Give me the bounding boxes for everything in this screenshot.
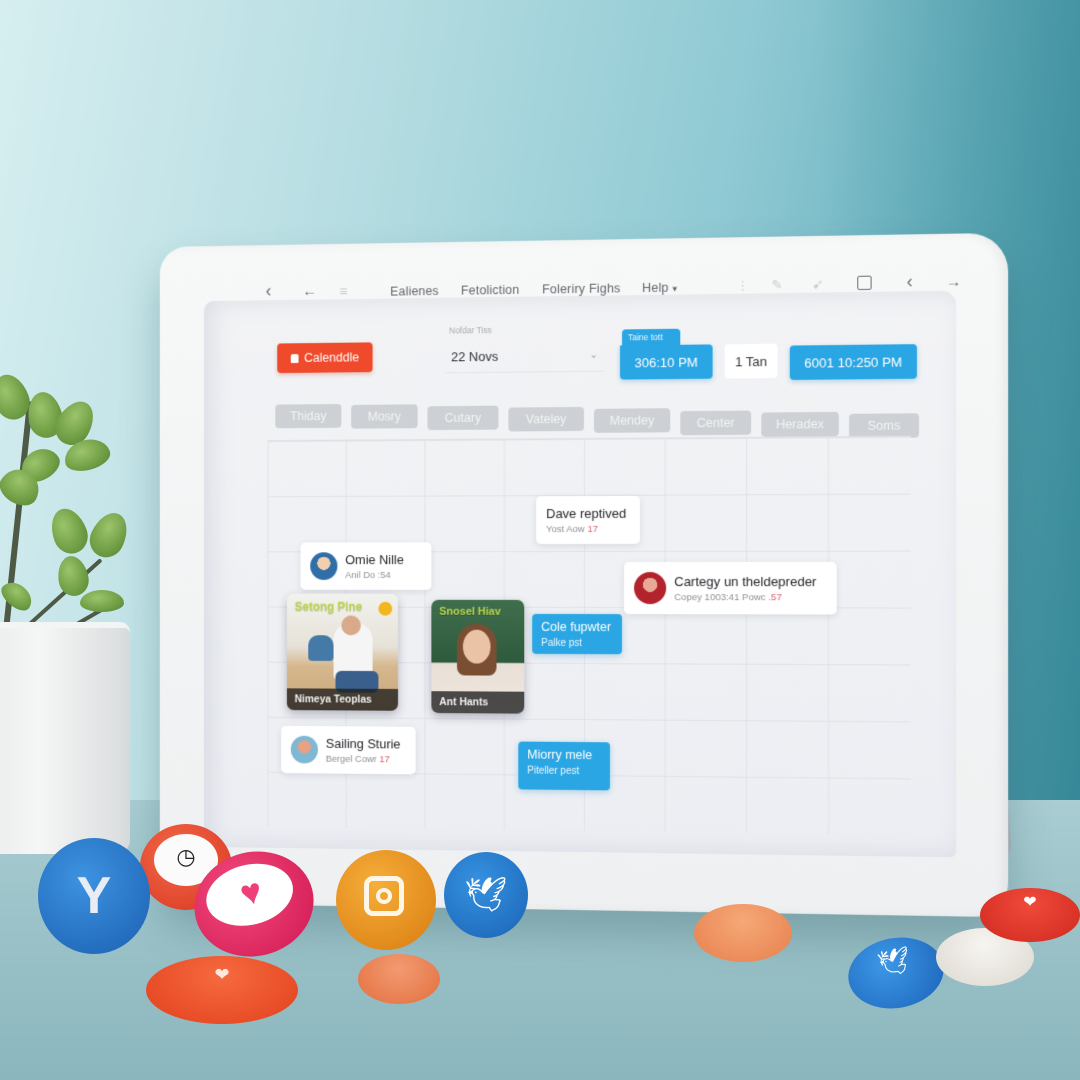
heart-icon: ❤	[980, 888, 1080, 942]
event-subtitle: Palke pst	[541, 637, 583, 650]
menu-item-foleriry-fighs[interactable]: Foleriry Fighs	[542, 281, 620, 296]
event-card-miorry[interactable]: Miorry mele Piteller pest	[518, 741, 610, 791]
duration-field[interactable]: 1 Tan	[724, 343, 778, 379]
yelp-like-icon: Y	[38, 838, 150, 954]
event-subtitle: Yost Aow 17	[546, 523, 598, 535]
event-photo-title: Setong Pine	[294, 599, 363, 614]
date-select[interactable]: 22 Novs ⌄	[445, 339, 604, 374]
avatar	[290, 735, 318, 764]
chevron-down-icon: ⌄	[589, 349, 598, 361]
event-card-cole[interactable]: Cole fupwter Palke pst	[532, 613, 622, 655]
event-card-omie[interactable]: Omie Nille Anil Do :54	[300, 542, 432, 590]
event-photo-card-setong[interactable]: Setong Pine Nimeya Teoplas	[286, 593, 399, 711]
end-time-field[interactable]: 6001 10:250 PM	[789, 344, 917, 380]
app-screen: Calenddle Nofdar Tiss 22 Novs ⌄ Taine to…	[203, 290, 957, 858]
token-flat	[694, 904, 792, 962]
event-card-sailing[interactable]: Sailing Sturie Bergel Cowr 17	[281, 725, 416, 775]
event-title: Omie Nille	[345, 551, 404, 567]
day-chip[interactable]: Center	[680, 410, 752, 436]
help-label: Help	[642, 280, 669, 296]
day-chip[interactable]: Mendey	[593, 408, 671, 433]
event-photo-title: Snosel Hiav	[439, 605, 501, 618]
menu-item-fetoliction[interactable]: Fetoliction	[461, 283, 520, 298]
arrow-right-icon[interactable]: →	[946, 272, 962, 293]
day-chip[interactable]: Soms	[849, 413, 919, 439]
chevron-left-icon[interactable]: ‹	[907, 271, 913, 291]
day-chip[interactable]: Vateley	[508, 406, 584, 432]
heart-icon: ❤	[146, 956, 298, 1024]
date-value: 22 Novs	[451, 348, 499, 365]
event-title: Cole fupwter	[541, 619, 612, 635]
event-photo-caption: Nimeya Teoplas	[286, 688, 399, 711]
menu-item-ealienes[interactable]: Ealienes	[390, 284, 439, 299]
calendar-primary-button[interactable]: Calenddle	[277, 342, 373, 374]
day-chip[interactable]: Thiday	[275, 404, 342, 429]
twitter-icon: 🕊	[444, 852, 528, 938]
day-chip-row: Thiday Mosry Cutary Vateley Mendey Cente…	[275, 399, 925, 439]
event-card-cartey[interactable]: Cartegy un theldepreder Copey 1003:41 Po…	[624, 561, 837, 615]
event-title: Cartegy un theldepreder	[674, 573, 817, 589]
event-card-dave[interactable]: Dave reptived Yost Aow 17	[536, 495, 641, 545]
date-field-label: Nofdar Tiss	[449, 325, 492, 336]
chevron-down-icon: ▾	[672, 283, 678, 294]
day-chip[interactable]: Heradex	[761, 411, 839, 437]
event-subtitle: Anil Do :54	[345, 569, 391, 581]
primary-button-label: Calenddle	[304, 350, 360, 365]
desk-scene: ‹ ← ≡ Ealienes Fetoliction Foleriry Figh…	[0, 0, 1080, 1080]
event-photo-caption: Ant Hants	[431, 691, 525, 714]
event-subtitle: Bergel Cowr 17	[325, 753, 390, 765]
avatar	[634, 571, 667, 605]
start-time-field[interactable]: 306:10 PM	[619, 344, 713, 380]
event-subtitle: Copey 1003:41 Powc .57	[674, 591, 782, 603]
day-chip[interactable]: Cutary	[427, 405, 499, 431]
token-flat	[358, 954, 440, 1004]
event-title: Miorry mele	[527, 747, 593, 763]
menu-item-help[interactable]: Help ▾	[642, 280, 678, 296]
event-title: Dave reptived	[546, 505, 627, 521]
event-subtitle: Piteller pest	[527, 765, 580, 778]
tablet-device: ‹ ← ≡ Ealienes Fetoliction Foleriry Figh…	[159, 232, 1009, 918]
event-title: Sailing Sturie	[325, 735, 401, 751]
lock-icon	[290, 353, 299, 363]
event-photo-card-snosel[interactable]: Snosel Hiav Ant Hants	[431, 599, 525, 714]
day-chip[interactable]: Mosry	[351, 404, 418, 429]
avatar	[310, 552, 338, 580]
instagram-icon	[336, 850, 436, 950]
back-chevron-icon[interactable]: ‹	[266, 281, 272, 301]
plant-pot	[0, 628, 130, 854]
badge-icon	[378, 601, 393, 616]
